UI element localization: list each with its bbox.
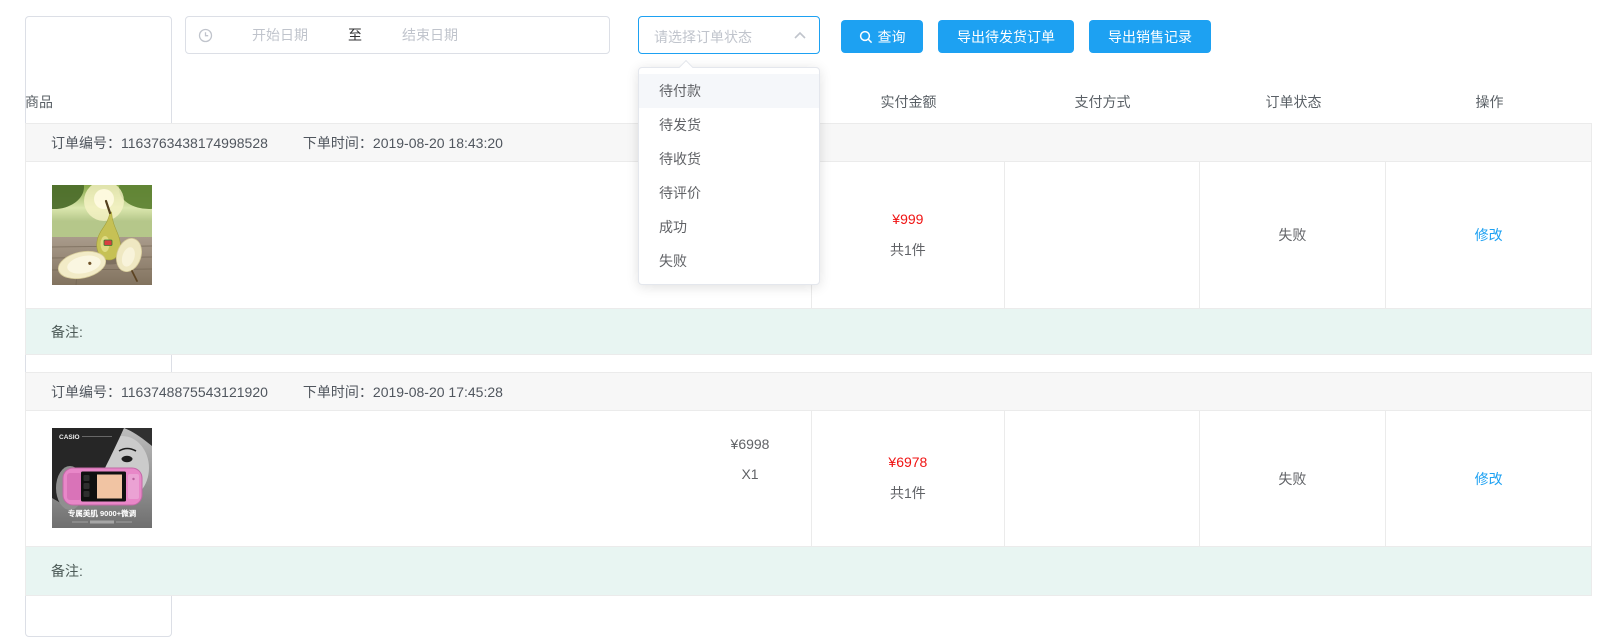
order-status-select-placeholder: 请选择订单状态	[654, 27, 752, 47]
chevron-up-icon	[793, 30, 807, 40]
unit-price: ¥6998	[690, 429, 810, 459]
order-status-cell: 失败	[1200, 411, 1387, 546]
paid-amount-cell: ¥999 共1件	[812, 162, 1005, 308]
status-option-success[interactable]: 成功	[639, 210, 819, 244]
column-header-action: 操作	[1387, 92, 1592, 112]
dropdown-pointer	[679, 60, 693, 74]
payment-method-cell	[1005, 162, 1200, 308]
export-sales-records-button[interactable]: 导出销售记录	[1089, 20, 1211, 53]
paid-amount-cell: ¥6978 共1件	[812, 411, 1005, 546]
paid-amount: ¥6978	[888, 454, 927, 470]
paid-amount: ¥999	[892, 211, 923, 227]
export-pending-orders-label: 导出待发货订单	[957, 27, 1055, 47]
clock-icon	[198, 28, 213, 43]
column-header-paid-amount: 实付金额	[812, 92, 1005, 112]
product-image-pear	[52, 185, 152, 285]
search-button-label: 查询	[878, 27, 906, 47]
status-option-failed[interactable]: 失败	[639, 244, 819, 278]
order-card-header: 订单编号：1163748875543121920 下单时间：2019-08-20…	[26, 373, 1591, 411]
remark-label: 备注:	[51, 561, 83, 581]
order-number-text: 订单编号：1163748875543121920	[51, 382, 268, 402]
order-card: 订单编号：1163748875543121920 下单时间：2019-08-20…	[25, 372, 1592, 596]
product-image-casio-camera: CASIO 专属美肌 9000+微调	[52, 428, 152, 528]
paid-count: 共1件	[890, 483, 926, 503]
status-option-pending-payment[interactable]: 待付款	[639, 74, 819, 108]
action-cell: 修改	[1386, 162, 1591, 308]
order-status-cell: 失败	[1200, 162, 1387, 308]
paid-count: 共1件	[890, 240, 926, 260]
order-remark-row: 备注:	[26, 546, 1591, 595]
order-time-text: 下单时间：2019-08-20 17:45:28	[303, 382, 503, 402]
action-cell: 修改	[1386, 411, 1591, 546]
column-header-product: 商品	[25, 92, 53, 112]
order-remark-row: 备注:	[26, 308, 1591, 354]
payment-method-cell	[1005, 411, 1200, 546]
unit-qty: X1	[690, 459, 810, 489]
status-option-pending-shipment[interactable]: 待发货	[639, 108, 819, 142]
product-cell: CASIO 专属美肌 9000+微调	[26, 411, 812, 546]
date-range-picker[interactable]: 开始日期 至 结束日期	[185, 16, 610, 54]
remark-label: 备注:	[51, 322, 83, 342]
status-option-pending-receipt[interactable]: 待收货	[639, 142, 819, 176]
product-image-caption-text: 专属美肌 9000+微调	[68, 508, 137, 518]
status-option-pending-review[interactable]: 待评价	[639, 176, 819, 210]
export-pending-orders-button[interactable]: 导出待发货订单	[938, 20, 1074, 53]
order-number-text: 订单编号：1163763438174998528	[51, 133, 268, 153]
modify-link[interactable]: 修改	[1475, 225, 1503, 245]
export-sales-records-label: 导出销售记录	[1108, 27, 1192, 47]
end-date-input[interactable]: 结束日期	[365, 25, 495, 45]
order-status: 失败	[1278, 225, 1306, 245]
search-icon	[859, 30, 873, 44]
product-image-brand-text: CASIO	[59, 434, 80, 441]
order-time-text: 下单时间：2019-08-20 18:43:20	[303, 133, 503, 153]
order-status: 失败	[1278, 469, 1306, 489]
order-status-select[interactable]: 请选择订单状态	[638, 16, 820, 54]
order-status-dropdown: 待付款 待发货 待收货 待评价 成功 失败	[638, 67, 820, 285]
date-range-separator: 至	[345, 25, 365, 45]
start-date-input[interactable]: 开始日期	[215, 25, 345, 45]
search-button[interactable]: 查询	[841, 20, 923, 53]
modify-link[interactable]: 修改	[1475, 469, 1503, 489]
unit-price-block: ¥6998 X1	[690, 429, 810, 489]
column-header-payment-method: 支付方式	[1005, 92, 1200, 112]
column-header-order-status: 订单状态	[1200, 92, 1387, 112]
